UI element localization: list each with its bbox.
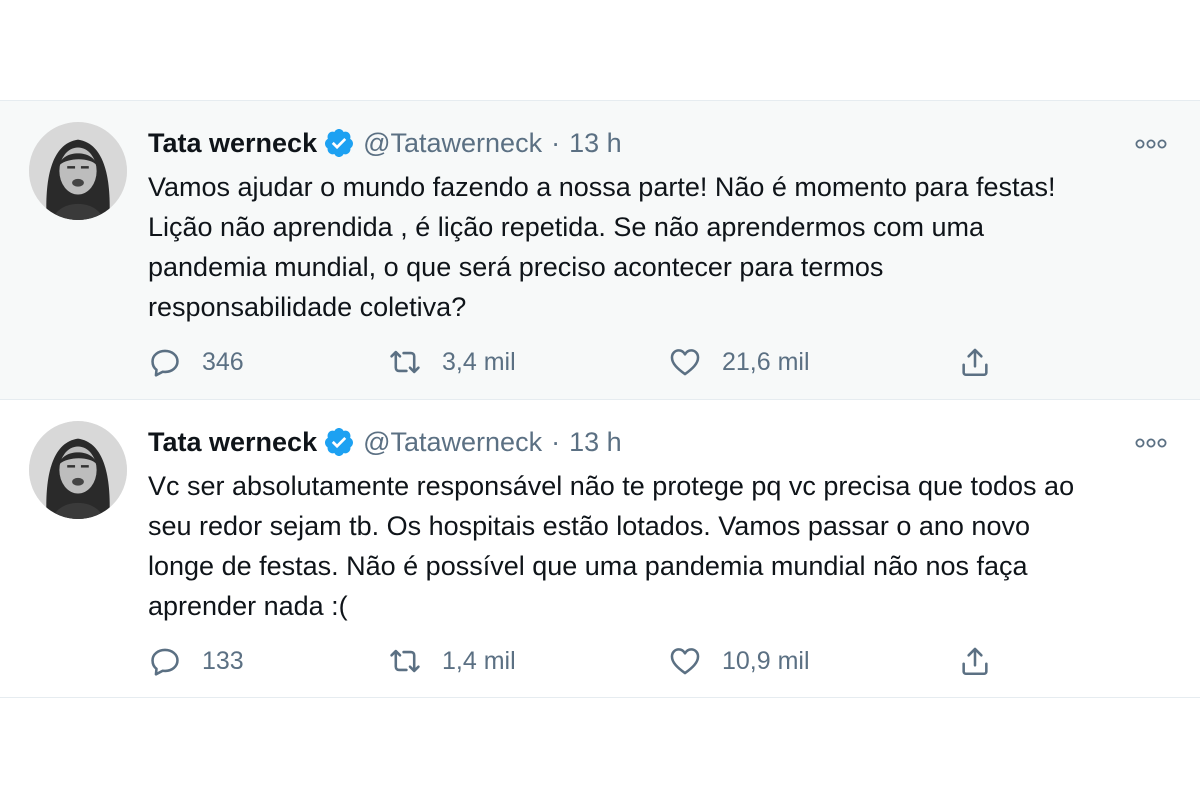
avatar-image [29,421,127,519]
author-name[interactable]: Tata werneck [148,427,317,458]
tweet-text: Vc ser absolutamente responsável não te … [148,471,1075,621]
author-name[interactable]: Tata werneck [148,128,317,159]
retweet-icon [388,345,422,379]
more-options-button[interactable] [1134,436,1168,450]
like-icon [668,644,702,678]
reply-icon [148,345,182,379]
like-button[interactable]: 21,6 mil [668,342,810,382]
more-options-icon [1134,137,1168,151]
share-icon [958,644,992,678]
tweet-timestamp[interactable]: 13 h [569,427,622,458]
retweet-count: 1,4 mil [442,646,516,675]
more-options-button[interactable] [1134,137,1168,151]
reply-button[interactable]: 133 [148,641,244,681]
avatar[interactable] [29,122,127,220]
tweet-header: Tata werneck @Tatawerneck · 13 h [148,424,622,460]
retweet-button[interactable]: 1,4 mil [388,641,516,681]
more-options-icon [1134,436,1168,450]
like-count: 21,6 mil [722,347,810,376]
author-handle[interactable]: @Tatawerneck [363,128,542,159]
author-handle[interactable]: @Tatawerneck [363,427,542,458]
verified-badge-icon [323,426,355,458]
tweet[interactable]: Tata werneck @Tatawerneck · 13 h Vc ser … [0,400,1200,698]
like-icon [668,345,702,379]
reply-count: 133 [202,646,244,675]
share-button[interactable] [958,641,992,681]
like-button[interactable]: 10,9 mil [668,641,810,681]
reply-count: 346 [202,347,244,376]
tweet-header: Tata werneck @Tatawerneck · 13 h [148,125,622,161]
reply-button[interactable]: 346 [148,342,244,382]
avatar-image [29,122,127,220]
share-icon [958,345,992,379]
retweet-count: 3,4 mil [442,347,516,376]
tweet-actions: 346 3,4 mil 21,6 mil [148,342,1008,382]
verified-badge-icon [323,127,355,159]
retweet-button[interactable]: 3,4 mil [388,342,516,382]
avatar[interactable] [29,421,127,519]
tweet-text: Vamos ajudar o mundo fazendo a nossa par… [148,172,1056,322]
retweet-icon [388,644,422,678]
share-button[interactable] [958,342,992,382]
reply-icon [148,644,182,678]
tweet-feed: Tata werneck @Tatawerneck · 13 h Vamos a… [0,100,1200,698]
like-count: 10,9 mil [722,646,810,675]
tweet[interactable]: Tata werneck @Tatawerneck · 13 h Vamos a… [0,101,1200,400]
separator-dot: · [551,127,561,158]
tweet-actions: 133 1,4 mil 10,9 mil [148,641,1008,681]
separator-dot: · [551,426,561,457]
tweet-timestamp[interactable]: 13 h [569,128,622,159]
